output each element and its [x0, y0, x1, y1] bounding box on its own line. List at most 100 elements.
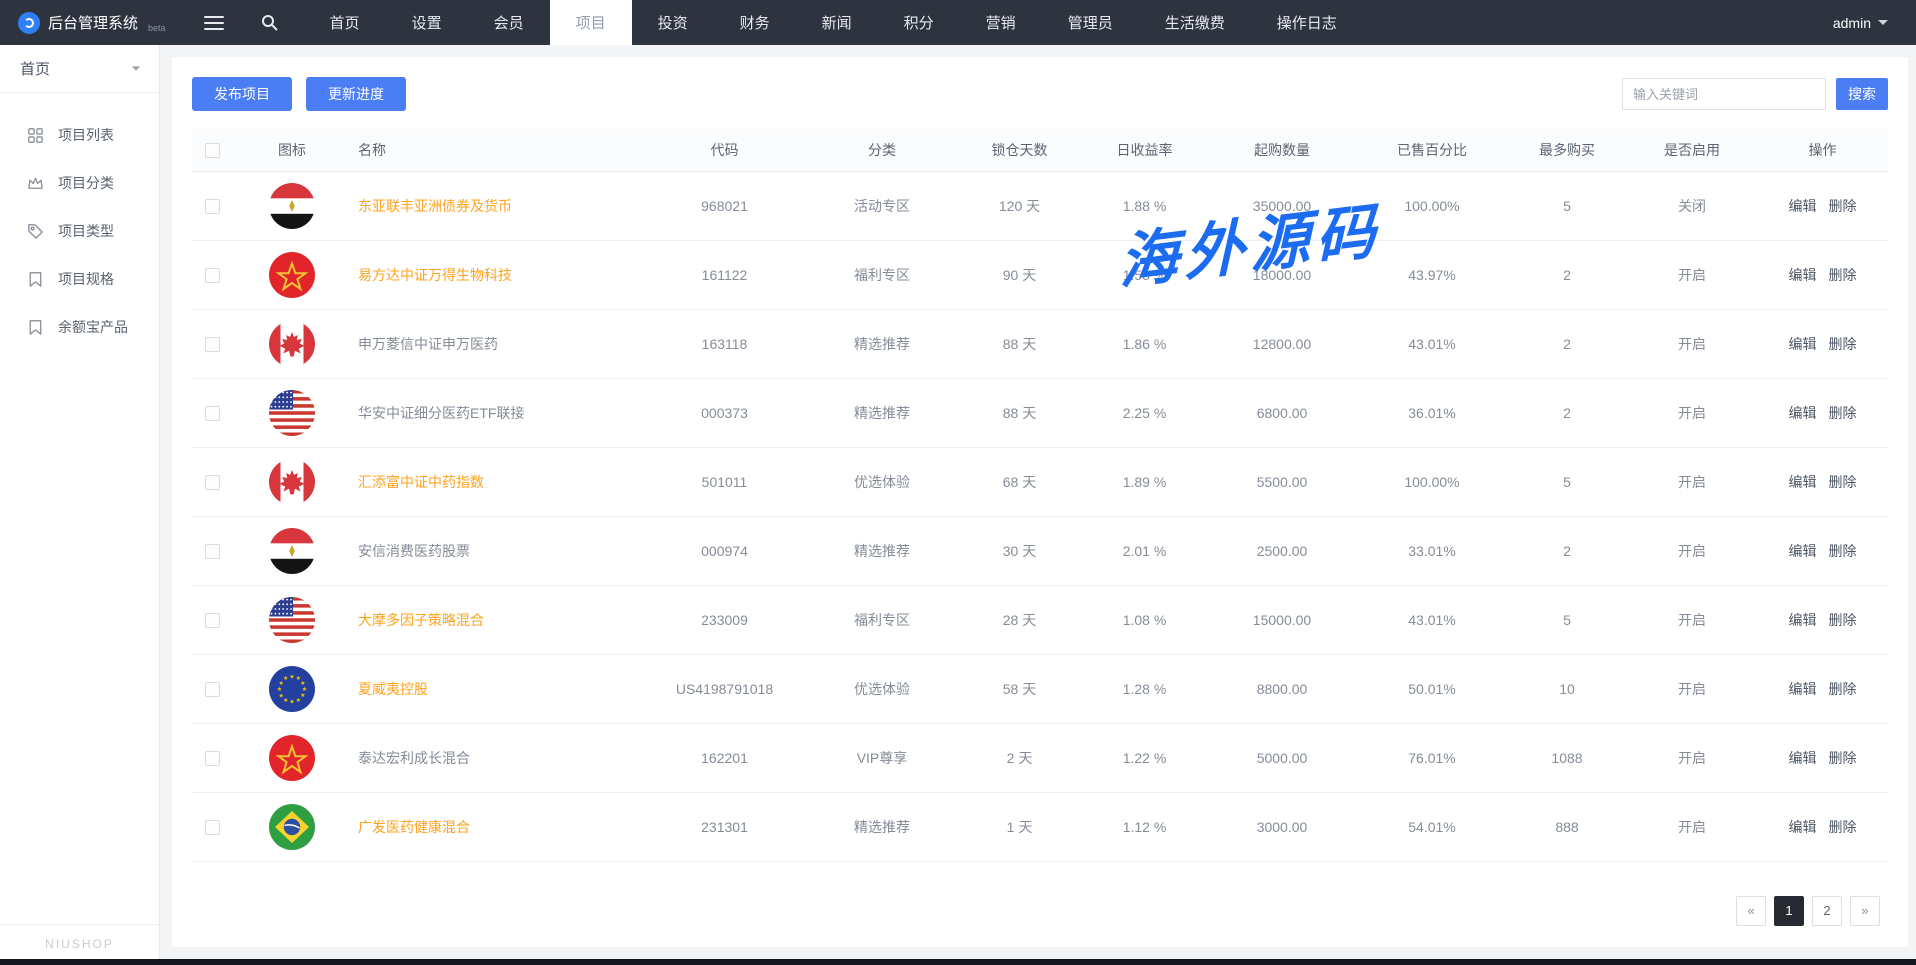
- keyword-search-input[interactable]: [1622, 78, 1826, 110]
- project-name-link[interactable]: 申万菱信中证申万医药: [358, 336, 498, 352]
- menu-toggle-button[interactable]: [186, 0, 242, 45]
- nav-item-生活缴费[interactable]: 生活缴费: [1139, 0, 1251, 45]
- sidebar-item-项目类型[interactable]: 项目类型: [0, 207, 159, 255]
- min-purchase: 5500.00: [1207, 447, 1357, 516]
- project-name-link[interactable]: 汇添富中证中药指数: [358, 474, 484, 490]
- min-purchase: 18000.00: [1207, 240, 1357, 309]
- delete-link[interactable]: 删除: [1829, 267, 1857, 283]
- delete-link[interactable]: 删除: [1829, 612, 1857, 628]
- project-name-link[interactable]: 华安中证细分医药ETF联接: [358, 405, 524, 421]
- row-checkbox[interactable]: [205, 406, 220, 421]
- project-name-link[interactable]: 广发医药健康混合: [358, 819, 470, 835]
- row-checkbox[interactable]: [205, 268, 220, 283]
- edit-link[interactable]: 编辑: [1789, 819, 1817, 835]
- project-name-link[interactable]: 夏威夷控股: [358, 681, 428, 697]
- max-purchase: 2: [1507, 240, 1627, 309]
- edit-link[interactable]: 编辑: [1789, 750, 1817, 766]
- search-button[interactable]: 搜索: [1836, 78, 1888, 110]
- row-checkbox[interactable]: [205, 682, 220, 697]
- pagination-page-2[interactable]: 2: [1812, 896, 1842, 926]
- row-checkbox[interactable]: [205, 475, 220, 490]
- pagination-prev-button[interactable]: «: [1736, 896, 1766, 926]
- svg-text:★: ★: [300, 679, 305, 686]
- project-category: 活动专区: [807, 171, 957, 240]
- delete-link[interactable]: 删除: [1829, 198, 1857, 214]
- edit-link[interactable]: 编辑: [1789, 198, 1817, 214]
- row-checkbox[interactable]: [205, 337, 220, 352]
- sidebar-item-项目分类[interactable]: 项目分类: [0, 159, 159, 207]
- edit-link[interactable]: 编辑: [1789, 543, 1817, 559]
- delete-link[interactable]: 删除: [1829, 474, 1857, 490]
- row-checkbox[interactable]: [205, 544, 220, 559]
- table-row: 广发医药健康混合231301精选推荐1 天1.12 %3000.0054.01%…: [192, 792, 1888, 861]
- delete-link[interactable]: 删除: [1829, 819, 1857, 835]
- brand-beta: beta: [148, 23, 166, 45]
- pagination-next-button[interactable]: »: [1850, 896, 1880, 926]
- project-name-link[interactable]: 大摩多因子策略混合: [358, 612, 484, 628]
- pagination-page-1[interactable]: 1: [1774, 896, 1804, 926]
- row-checkbox[interactable]: [205, 820, 220, 835]
- daily-rate: 2.25 %: [1082, 378, 1207, 447]
- search-toggle-button[interactable]: [242, 0, 298, 45]
- publish-project-button[interactable]: 发布项目: [192, 77, 292, 111]
- project-code: 231301: [642, 792, 807, 861]
- nav-item-操作日志[interactable]: 操作日志: [1251, 0, 1363, 45]
- nav-item-投资[interactable]: 投资: [632, 0, 714, 45]
- nav-item-新闻[interactable]: 新闻: [796, 0, 878, 45]
- delete-link[interactable]: 删除: [1829, 336, 1857, 352]
- daily-rate: 1.28 %: [1082, 654, 1207, 723]
- user-menu[interactable]: admin: [1805, 0, 1916, 45]
- nav-item-会员[interactable]: 会员: [468, 0, 550, 45]
- sidebar-section-label: 首页: [20, 58, 50, 79]
- sold-percent: 76.01%: [1357, 723, 1507, 792]
- nav-item-管理员[interactable]: 管理员: [1042, 0, 1139, 45]
- sidebar-item-label: 项目列表: [58, 125, 114, 145]
- edit-link[interactable]: 编辑: [1789, 267, 1817, 283]
- sidebar-item-label: 余额宝产品: [58, 317, 128, 337]
- delete-link[interactable]: 删除: [1829, 750, 1857, 766]
- project-name-link[interactable]: 泰达宏利成长混合: [358, 750, 470, 766]
- edit-link[interactable]: 编辑: [1789, 336, 1817, 352]
- table-row: 申万菱信中证申万医药163118精选推荐88 天1.86 %12800.0043…: [192, 309, 1888, 378]
- delete-link[interactable]: 删除: [1829, 543, 1857, 559]
- row-checkbox[interactable]: [205, 199, 220, 214]
- sidebar-item-项目列表[interactable]: 项目列表: [0, 111, 159, 159]
- sidebar-section-home[interactable]: 首页: [0, 45, 159, 93]
- bottom-bar: [0, 959, 1916, 965]
- row-checkbox[interactable]: [205, 613, 220, 628]
- max-purchase: 2: [1507, 309, 1627, 378]
- column-header-锁仓天数: 锁仓天数: [957, 129, 1082, 171]
- lock-days: 1 天: [957, 792, 1082, 861]
- delete-link[interactable]: 删除: [1829, 681, 1857, 697]
- sidebar-item-余额宝产品[interactable]: 余额宝产品: [0, 303, 159, 351]
- project-name-link[interactable]: 安信消费医药股票: [358, 543, 470, 559]
- sidebar-item-项目规格[interactable]: 项目规格: [0, 255, 159, 303]
- nav-item-营销[interactable]: 营销: [960, 0, 1042, 45]
- nav-item-积分[interactable]: 积分: [878, 0, 960, 45]
- edit-link[interactable]: 编辑: [1789, 612, 1817, 628]
- daily-rate: 1.89 %: [1082, 447, 1207, 516]
- svg-text:★: ★: [289, 698, 294, 705]
- projects-table: 图标名称代码分类锁仓天数日收益率起购数量已售百分比最多购买是否启用操作 东亚联丰…: [192, 129, 1888, 862]
- project-name-link[interactable]: 易方达中证万得生物科技: [358, 267, 512, 283]
- min-purchase: 12800.00: [1207, 309, 1357, 378]
- nav-item-项目[interactable]: 项目: [550, 0, 632, 45]
- flag-eu-icon: ★★★★★★★★★★★★: [269, 666, 315, 712]
- column-header-操作: 操作: [1757, 129, 1888, 171]
- edit-link[interactable]: 编辑: [1789, 681, 1817, 697]
- delete-link[interactable]: 删除: [1829, 405, 1857, 421]
- project-code: 233009: [642, 585, 807, 654]
- sold-percent: 33.01%: [1357, 516, 1507, 585]
- column-header-最多购买: 最多购买: [1507, 129, 1627, 171]
- edit-link[interactable]: 编辑: [1789, 474, 1817, 490]
- nav-item-设置[interactable]: 设置: [386, 0, 468, 45]
- nav-item-首页[interactable]: 首页: [304, 0, 386, 45]
- edit-link[interactable]: 编辑: [1789, 405, 1817, 421]
- update-progress-button[interactable]: 更新进度: [306, 77, 406, 111]
- select-all-checkbox[interactable]: [205, 143, 220, 158]
- crown-icon: [26, 174, 45, 193]
- table-row: ★★★★★★★★★★★★夏威夷控股US4198791018优选体验58 天1.2…: [192, 654, 1888, 723]
- row-checkbox[interactable]: [205, 751, 220, 766]
- nav-item-财务[interactable]: 财务: [714, 0, 796, 45]
- project-name-link[interactable]: 东亚联丰亚洲债券及货币: [358, 198, 512, 214]
